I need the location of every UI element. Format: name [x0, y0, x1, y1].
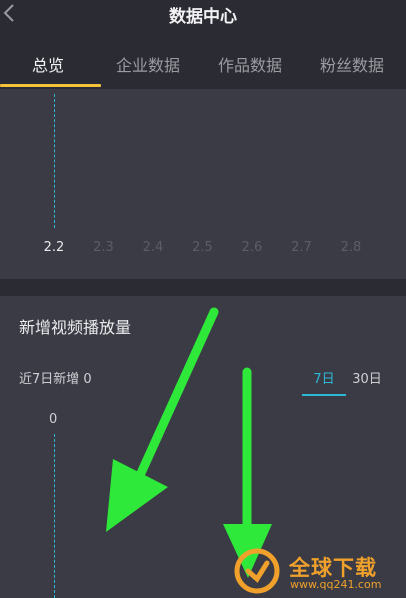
section-title: 新增视频播放量 — [19, 318, 132, 337]
x-tick-label[interactable]: 2.7 — [291, 240, 312, 255]
watermark-url: www.qq241.com — [290, 578, 382, 591]
x-tick-label[interactable]: 2.4 — [143, 240, 164, 255]
tab-enterprise-data[interactable]: 企业数据 — [116, 52, 180, 76]
active-tab-indicator — [0, 84, 101, 87]
x-tick-label[interactable]: 2.5 — [192, 240, 213, 255]
tab-bar: 总览 企业数据 作品数据 粉丝数据 — [0, 44, 406, 88]
section-divider — [0, 279, 406, 296]
x-tick-label[interactable]: 2.3 — [93, 240, 114, 255]
x-tick-label[interactable]: 2.6 — [242, 240, 263, 255]
tab-works-data[interactable]: 作品数据 — [218, 52, 282, 76]
x-tick-label[interactable]: 2.2 — [44, 240, 65, 255]
period-30-days[interactable]: 30日 — [352, 368, 382, 387]
selected-date-guide-line — [54, 94, 55, 228]
y-axis-value: 0 — [49, 412, 58, 427]
tab-fans-data[interactable]: 粉丝数据 — [320, 52, 384, 76]
top-header: 数据中心 — [0, 0, 406, 30]
selected-period-underline — [302, 394, 346, 396]
x-tick-label[interactable]: 2.8 — [341, 240, 362, 255]
period-7-days[interactable]: 7日 — [313, 368, 334, 387]
play-chart-guide-line — [54, 434, 55, 598]
recent-summary: 近7日新增 0 — [19, 372, 92, 387]
tab-overview[interactable]: 总览 — [32, 52, 64, 76]
watermark-logo-icon — [234, 548, 280, 594]
page-title: 数据中心 — [169, 7, 237, 27]
